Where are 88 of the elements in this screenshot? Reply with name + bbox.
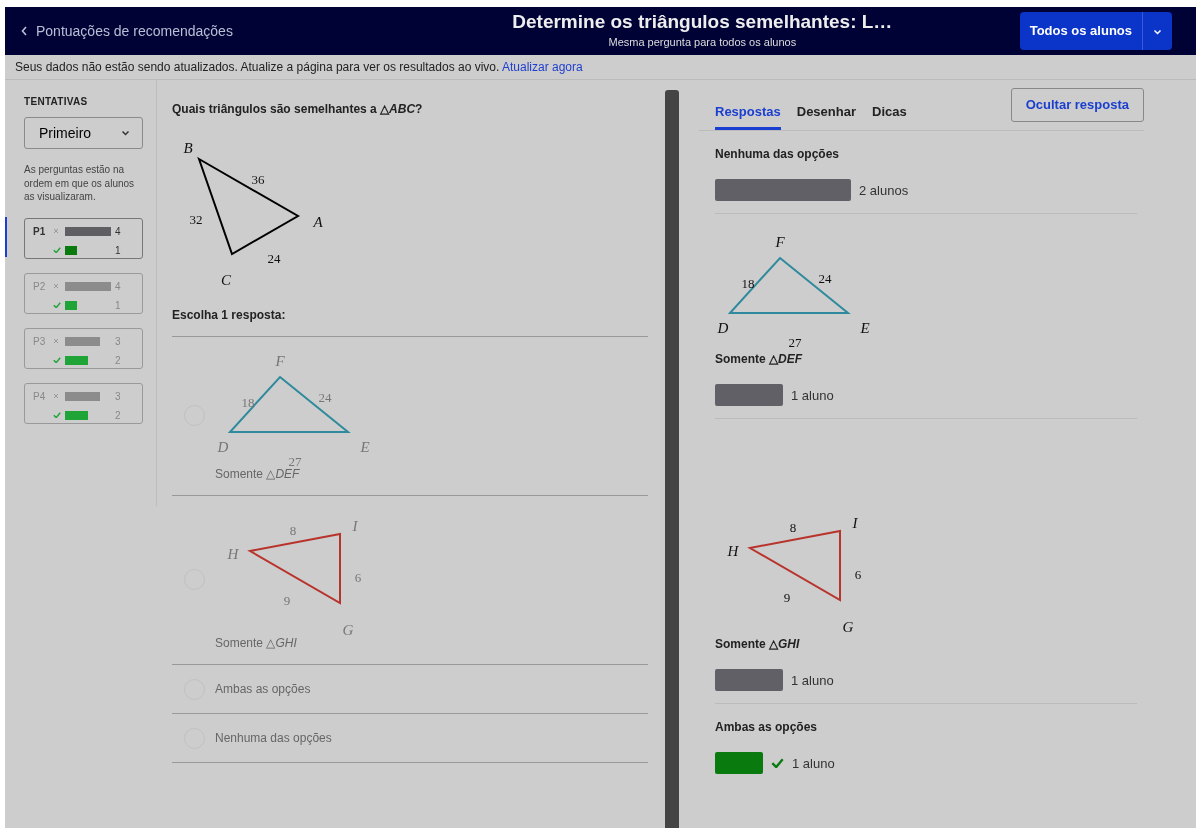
back-link[interactable]: Pontuações de recomendações: [21, 20, 401, 42]
side-length-label: 8: [289, 523, 297, 538]
tab[interactable]: Desenhar: [796, 92, 856, 130]
vertex-label: H: [227, 546, 239, 562]
cross-icon: [53, 393, 59, 399]
side-length-label: 24: [318, 390, 332, 405]
count-label: 2: [115, 353, 121, 368]
cross-icon: [53, 283, 59, 289]
vertex-label: F: [775, 233, 785, 250]
vertex-label: E: [360, 439, 370, 455]
side-length-label: 9: [783, 589, 791, 605]
tab[interactable]: Dicas: [872, 92, 907, 130]
check-icon: [53, 246, 61, 254]
section-heading: TENTATIVAS: [24, 95, 89, 109]
check-icon: [53, 411, 61, 419]
vertex-label: C: [221, 272, 231, 288]
vertex-label: G: [342, 622, 354, 638]
answer-label: Nenhuma das opções: [715, 145, 841, 163]
student-count: 1 aluno: [792, 754, 835, 773]
count-bar: [65, 226, 111, 236]
page-subtitle: Mesma pergunta para todos os alunos: [607, 35, 798, 51]
count-label: 1: [115, 298, 121, 313]
vertex-label: H: [727, 542, 739, 559]
option-label: Ambas as opções: [215, 681, 311, 698]
scrollbar[interactable]: [665, 90, 679, 828]
student-count: 1 aluno: [791, 386, 834, 405]
option-label: Nenhuma das opções: [215, 730, 332, 747]
count-bar: [65, 410, 88, 420]
side-length-label: 6: [354, 570, 362, 585]
student-filter-button[interactable]: Todos os alunos: [1019, 12, 1142, 50]
update-notice: Seus dados não estão sendo atualizados. Atualize a página para ver os resultados ao vivo. Atualizar agora: [15, 59, 583, 76]
side-length-label: 18: [741, 275, 755, 291]
answer-label: Somente △DEF: [715, 350, 804, 368]
sidebar-note: As perguntas estão na ordem em que os alunos as visualizaram.: [24, 163, 136, 204]
count-bar: [65, 355, 88, 365]
chevron-left-icon: [21, 26, 28, 36]
vertex-label: D: [217, 439, 229, 455]
vertex-label: E: [860, 319, 870, 336]
side-length-label: 8: [789, 519, 797, 535]
chevron-down-icon: [1153, 28, 1162, 35]
count-label: 1: [115, 243, 121, 258]
count-label: 3: [115, 389, 121, 404]
vertex-label: I: [352, 518, 358, 534]
answer-label: Somente △GHI: [715, 635, 801, 653]
check-icon: [53, 356, 61, 364]
vertex-label: I: [852, 514, 858, 531]
answer-instruction: Escolha 1 resposta:: [172, 306, 648, 337]
count-bar: [65, 281, 111, 291]
vertex-label: D: [717, 319, 729, 336]
chevron-down-icon: [121, 130, 130, 136]
side-length-label: 32: [189, 212, 203, 227]
count-label: 2: [115, 408, 121, 423]
count-label: 4: [115, 279, 121, 294]
side-length-label: 27: [788, 334, 802, 350]
cross-icon: [53, 338, 59, 344]
tab[interactable]: Respostas: [715, 92, 781, 130]
option-label: Somente △DEF: [215, 466, 301, 483]
side-length-label: 9: [283, 593, 291, 608]
student-count: 1 aluno: [791, 671, 834, 690]
side-length-label: 6: [854, 566, 862, 582]
vertex-label: F: [275, 353, 285, 369]
count-bar: [65, 245, 77, 255]
dropdown-toggle-button[interactable]: [1142, 12, 1172, 50]
check-icon: [53, 301, 61, 309]
question-prompt: Quais triângulos são semelhantes a △ABC?: [172, 101, 424, 118]
answer-label: Ambas as opções: [715, 718, 819, 736]
side-length-label: 36: [251, 172, 265, 187]
cross-icon: [53, 228, 59, 234]
count-bar: [65, 391, 100, 401]
page-title: Determine os triângulos semelhantes: L…: [511, 11, 894, 35]
attempt-dropdown[interactable]: Primeiro: [24, 117, 143, 149]
count-label: 3: [115, 334, 121, 349]
side-length-label: 24: [818, 270, 832, 286]
side-length-label: 27: [288, 454, 302, 469]
student-count: 2 alunos: [859, 181, 909, 200]
hide-answer-button[interactable]: Ocultar resposta: [1010, 88, 1144, 122]
side-length-label: 18: [241, 395, 255, 410]
refresh-link[interactable]: Atualizar agora: [502, 60, 583, 74]
count-label: 4: [115, 224, 121, 239]
vertex-label: B: [183, 140, 193, 156]
side-length-label: 24: [267, 251, 281, 266]
option-label: Somente △GHI: [215, 635, 298, 652]
vertex-label: A: [313, 214, 323, 230]
check-icon: [771, 758, 784, 769]
selection-marker: [5, 216, 7, 257]
vertex-label: G: [842, 618, 854, 635]
count-bar: [65, 336, 100, 346]
count-bar: [65, 300, 77, 310]
